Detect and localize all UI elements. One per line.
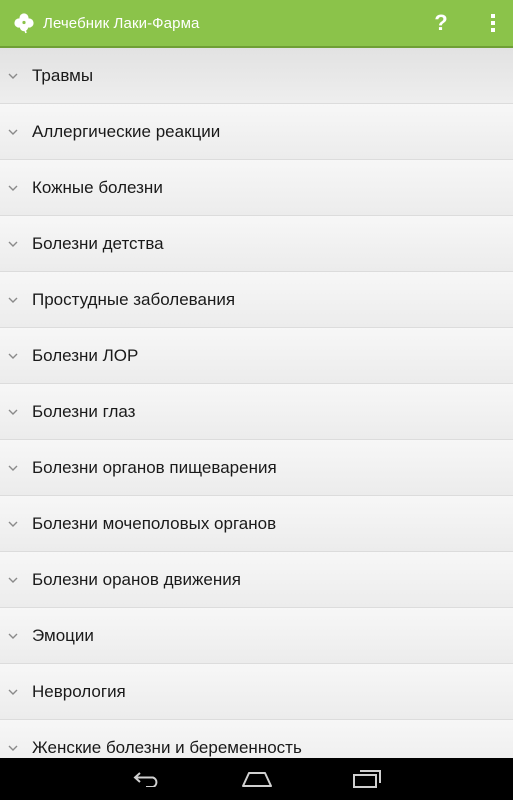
list-item-label: Травмы [32, 65, 94, 85]
chevron-down-icon [8, 519, 18, 529]
home-icon[interactable] [202, 758, 312, 800]
list-item[interactable]: Неврология [0, 664, 513, 720]
chevron-down-icon [8, 183, 18, 193]
chevron-down-icon [8, 575, 18, 585]
list-item[interactable]: Болезни ЛОР [0, 328, 513, 384]
list-item-label: Неврология [32, 681, 126, 701]
chevron-down-icon [8, 631, 18, 641]
overflow-menu-icon[interactable] [473, 0, 513, 47]
list-item[interactable]: Аллергические реакции [0, 104, 513, 160]
chevron-down-icon [8, 351, 18, 361]
chevron-down-icon [8, 295, 18, 305]
list-item-label: Кожные болезни [32, 177, 163, 197]
list-item[interactable]: Простудные заболевания [0, 272, 513, 328]
app-title: Лечебник Лаки-Фарма [43, 14, 200, 32]
list-item-label: Женские болезни и беременность [32, 737, 302, 757]
list-item[interactable]: Травмы [0, 48, 513, 104]
chevron-down-icon [8, 127, 18, 137]
list-item[interactable]: Болезни мочеполовых органов [0, 496, 513, 552]
clover-icon[interactable] [13, 12, 35, 34]
list-item-label: Болезни глаз [32, 401, 136, 421]
list-item[interactable]: Кожные болезни [0, 160, 513, 216]
chevron-down-icon [8, 407, 18, 417]
chevron-down-icon [8, 463, 18, 473]
list-item-label: Аллергические реакции [32, 121, 221, 141]
action-bar: Лечебник Лаки-Фарма ? [0, 0, 513, 48]
list-item-label: Болезни органов пищеварения [32, 457, 277, 477]
list-item-label: Болезни оранов движения [32, 569, 241, 589]
list-item-label: Болезни ЛОР [32, 345, 139, 365]
list-item-label: Болезни детства [32, 233, 164, 253]
chevron-down-icon [8, 687, 18, 697]
navigation-bar [0, 758, 513, 800]
chevron-down-icon [8, 239, 18, 249]
list-item-label: Эмоции [32, 625, 94, 645]
help-button[interactable]: ? [417, 0, 465, 47]
app-screen: Лечебник Лаки-Фарма ? Травмы Аллергическ… [0, 0, 513, 800]
list-item[interactable]: Болезни оранов движения [0, 552, 513, 608]
list-item[interactable]: Болезни глаз [0, 384, 513, 440]
list-item[interactable]: Болезни органов пищеварения [0, 440, 513, 496]
recent-apps-icon[interactable] [312, 758, 422, 800]
category-list: Травмы Аллергические реакции Кожные боле… [0, 48, 513, 758]
chevron-down-icon [8, 743, 18, 753]
list-item[interactable]: Эмоции [0, 608, 513, 664]
chevron-down-icon [8, 71, 18, 81]
list-item-label: Простудные заболевания [32, 289, 236, 309]
back-icon[interactable] [92, 758, 202, 800]
list-item-label: Болезни мочеполовых органов [32, 513, 277, 533]
list-item[interactable]: Болезни детства [0, 216, 513, 272]
list-item[interactable]: Женские болезни и беременность [0, 720, 513, 758]
